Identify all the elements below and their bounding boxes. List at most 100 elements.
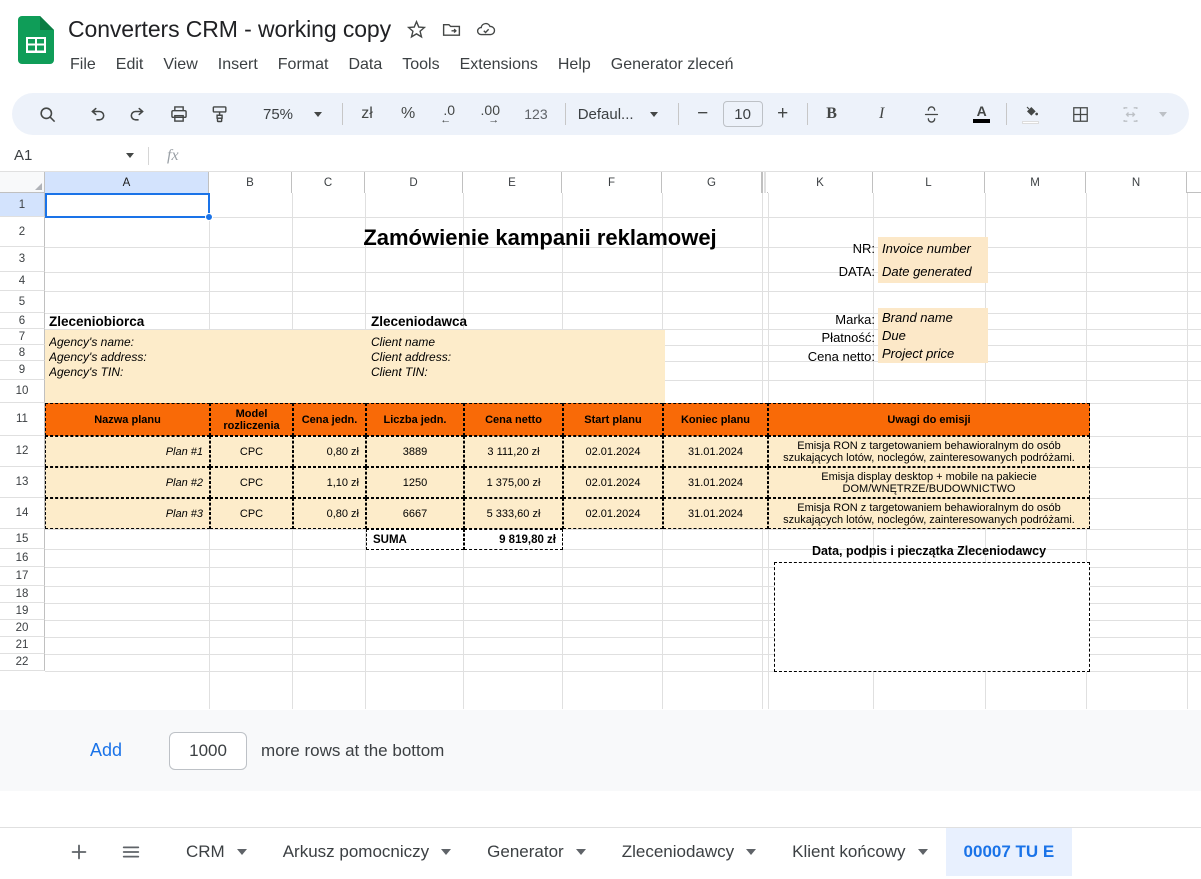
column-header-M[interactable]: M (985, 172, 1086, 193)
row-header-19[interactable]: 19 (0, 603, 45, 620)
menu-extensions[interactable]: Extensions (450, 54, 548, 76)
cell-net-price-3[interactable]: 5 333,60 zł (464, 498, 563, 529)
row-header-17[interactable]: 17 (0, 567, 45, 586)
cell-end-3[interactable]: 31.01.2024 (663, 498, 768, 529)
menu-generator-zlecen[interactable]: Generator zleceń (601, 54, 744, 76)
signature-box[interactable] (774, 562, 1090, 672)
column-header-F[interactable]: F (562, 172, 662, 193)
name-box[interactable]: A1 (4, 143, 144, 169)
cell-unit-price-1[interactable]: 0,80 zł (293, 436, 366, 467)
menu-file[interactable]: File (68, 54, 106, 76)
increase-font-size-button[interactable]: + (767, 98, 799, 130)
column-header-G[interactable]: G (662, 172, 762, 193)
field-project-price[interactable]: Project price (878, 345, 988, 363)
sheet-tab-crm[interactable]: CRM (168, 828, 265, 876)
cloud-saved-icon[interactable] (475, 18, 497, 40)
cell-notes-2[interactable]: Emisja display desktop + mobile na pakie… (768, 467, 1090, 498)
toolbar-overflow-chevron-down-icon[interactable] (1147, 98, 1179, 130)
select-all-corner[interactable] (0, 172, 45, 192)
cell-unit-price-3[interactable]: 0,80 zł (293, 498, 366, 529)
chevron-down-icon[interactable] (441, 848, 452, 855)
increase-decimal-button[interactable]: .00 → (474, 98, 506, 130)
row-header-13[interactable]: 13 (0, 467, 45, 498)
zoom-chevron-down-icon[interactable] (302, 98, 334, 130)
undo-icon[interactable] (81, 98, 113, 130)
cell-notes-3[interactable]: Emisja RON z targetowaniem behawioralnym… (768, 498, 1090, 529)
chevron-down-icon[interactable] (236, 848, 247, 855)
row-header-5[interactable]: 5 (0, 291, 45, 313)
field-invoice-number[interactable]: Invoice number (878, 237, 988, 260)
menu-tools[interactable]: Tools (392, 54, 449, 76)
redo-icon[interactable] (122, 98, 154, 130)
row-header-9[interactable]: 9 (0, 361, 45, 380)
cell-notes-1[interactable]: Emisja RON z targetowaniem behawioralnym… (768, 436, 1090, 467)
decrease-decimal-button[interactable]: .0 ← (433, 98, 465, 130)
row-header-4[interactable]: 4 (0, 272, 45, 291)
column-header-K[interactable]: K (762, 172, 873, 193)
font-size-input[interactable]: 10 (722, 101, 763, 127)
cell-start-3[interactable]: 02.01.2024 (563, 498, 663, 529)
row-header-2[interactable]: 2 (0, 217, 45, 247)
cell-start-1[interactable]: 02.01.2024 (563, 436, 663, 467)
document-title[interactable]: Converters CRM - working copy (68, 16, 391, 43)
search-icon[interactable] (31, 98, 63, 130)
bold-button[interactable]: B (816, 98, 848, 130)
merge-cells-icon[interactable] (1115, 98, 1147, 130)
fill-color-icon[interactable] (1015, 98, 1047, 130)
cell-model-1[interactable]: CPC (210, 436, 293, 467)
row-header-1[interactable]: 1 (0, 193, 45, 217)
print-icon[interactable] (163, 98, 195, 130)
sheet-tab-generator[interactable]: Generator (469, 828, 604, 876)
cell-net-price-1[interactable]: 3 111,20 zł (464, 436, 563, 467)
row-header-15[interactable]: 15 (0, 529, 45, 549)
row-header-21[interactable]: 21 (0, 637, 45, 654)
column-header-N[interactable]: N (1086, 172, 1187, 193)
sheet-tab-zleceniodawcy[interactable]: Zleceniodawcy (604, 828, 774, 876)
move-to-folder-icon[interactable] (440, 18, 462, 40)
column-header-C[interactable]: C (292, 172, 365, 193)
italic-button[interactable]: I (866, 98, 898, 130)
row-header-16[interactable]: 16 (0, 549, 45, 567)
cell-start-2[interactable]: 02.01.2024 (563, 467, 663, 498)
cell-end-2[interactable]: 31.01.2024 (663, 467, 768, 498)
cell-units-3[interactable]: 6667 (366, 498, 464, 529)
column-header-A[interactable]: A (45, 172, 209, 193)
font-family-selector[interactable]: Defaul... (574, 98, 638, 130)
menu-view[interactable]: View (153, 54, 207, 76)
strikethrough-icon[interactable] (916, 98, 948, 130)
more-formats-button[interactable]: 123 (515, 98, 556, 130)
row-header-14[interactable]: 14 (0, 498, 45, 529)
percent-format-button[interactable]: % (392, 98, 424, 130)
cell-end-1[interactable]: 31.01.2024 (663, 436, 768, 467)
font-chevron-down-icon[interactable] (638, 98, 670, 130)
cell-unit-price-2[interactable]: 1,10 zł (293, 467, 366, 498)
menu-data[interactable]: Data (338, 54, 392, 76)
column-header-E[interactable]: E (463, 172, 562, 193)
field-brand-name[interactable]: Brand name (878, 308, 988, 327)
chevron-down-icon[interactable] (917, 848, 928, 855)
row-header-12[interactable]: 12 (0, 436, 45, 467)
row-header-20[interactable]: 20 (0, 620, 45, 637)
field-date-generated[interactable]: Date generated (878, 260, 988, 283)
row-header-10[interactable]: 10 (0, 380, 45, 403)
table-row[interactable]: Plan #2 (45, 467, 210, 498)
row-header-8[interactable]: 8 (0, 345, 45, 361)
cell-net-price-2[interactable]: 1 375,00 zł (464, 467, 563, 498)
decrease-font-size-button[interactable]: − (687, 98, 719, 130)
cell-units-2[interactable]: 1250 (366, 467, 464, 498)
menu-edit[interactable]: Edit (106, 54, 154, 76)
row-header-11[interactable]: 11 (0, 403, 45, 436)
row-header-7[interactable]: 7 (0, 329, 45, 345)
paint-format-icon[interactable] (204, 98, 236, 130)
sheet-tab-klient-koncowy[interactable]: Klient końcowy (774, 828, 945, 876)
name-box-chevron-down-icon[interactable] (126, 153, 134, 158)
table-row[interactable]: Plan #1 (45, 436, 210, 467)
star-icon[interactable] (405, 18, 427, 40)
currency-format-button[interactable]: zł (351, 98, 383, 130)
menu-help[interactable]: Help (548, 54, 601, 76)
field-due[interactable]: Due (878, 327, 988, 345)
menu-format[interactable]: Format (268, 54, 339, 76)
zoom-level[interactable]: 75% (254, 98, 302, 130)
sheet-tab-00007-tu-e[interactable]: 00007 TU E (945, 827, 1073, 876)
column-header-D[interactable]: D (365, 172, 463, 193)
